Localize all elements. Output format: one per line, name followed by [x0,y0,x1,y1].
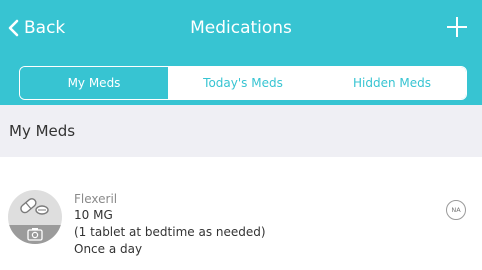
medication-image[interactable] [8,190,62,244]
pills-icon [20,198,49,215]
back-label: Back [24,18,66,38]
medication-instructions: (1 tablet at bedtime as needed) [74,225,266,239]
plus-icon [447,17,467,37]
camera-icon [27,228,43,241]
medication-details: Flexeril 10 MG (1 tablet at bedtime as n… [74,192,266,258]
page-title: Medications [190,18,292,38]
meds-segmented-control: My Meds Today's Meds Hidden Meds [19,66,467,100]
medication-name: Flexeril [74,192,118,206]
camera-band [8,225,62,244]
tab-my-meds[interactable]: My Meds [20,67,168,99]
medication-frequency: Once a day [74,242,143,256]
add-medication-button[interactable] [445,15,469,39]
medication-row[interactable]: Flexeril 10 MG (1 tablet at bedtime as n… [0,157,482,270]
section-header: My Meds [0,105,482,157]
medication-dose: 10 MG [74,208,113,222]
nav-bar: Back Medications My Meds Today's Meds Hi… [0,0,482,105]
chevron-left-icon [8,19,19,37]
tab-todays-meds[interactable]: Today's Meds [168,67,317,99]
na-badge[interactable]: NA [446,200,466,220]
tab-hidden-meds[interactable]: Hidden Meds [317,67,466,99]
back-button[interactable]: Back [8,18,65,38]
